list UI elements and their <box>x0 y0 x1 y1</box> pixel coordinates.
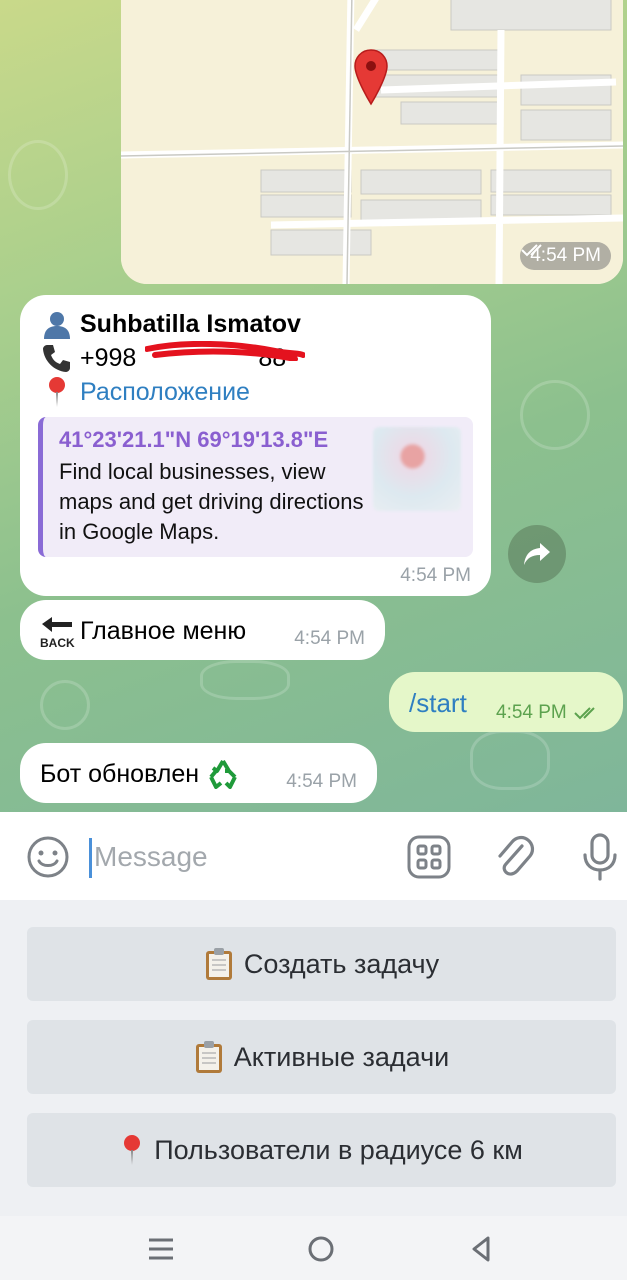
bot-reply-keyboard: Создать задачу Активные задачи Пользоват… <box>0 900 627 1216</box>
start-command-message[interactable]: /start 4:54 PM <box>389 672 623 732</box>
microphone-icon[interactable] <box>578 832 622 882</box>
bot-message-text: Бот обновлен <box>40 759 239 789</box>
clipboard-icon <box>205 948 232 980</box>
users-nearby-button[interactable]: Пользователи в радиусе 6 км <box>27 1113 616 1187</box>
create-task-label: Создать задачу <box>243 948 440 979</box>
users-nearby-label: Пользователи в радиусе 6 км <box>154 1134 523 1165</box>
system-navigation-bar <box>0 1216 627 1280</box>
person-icon <box>40 307 74 341</box>
message-input-bar <box>0 812 627 900</box>
map-pin-icon <box>354 49 388 106</box>
emoji-icon[interactable] <box>26 835 70 879</box>
map-location-message[interactable]: 4:54 PM <box>121 0 623 284</box>
start-command-text[interactable]: /start <box>409 688 467 719</box>
home-icon[interactable] <box>306 1234 336 1264</box>
bot-keyboard-icon[interactable] <box>406 834 452 880</box>
contact-name-row: Suhbatilla Ismatov <box>40 307 301 341</box>
message-time: 4:54 PM <box>496 702 601 724</box>
preview-thumbnail <box>373 427 461 511</box>
active-tasks-button[interactable]: Активные задачи <box>27 1020 616 1094</box>
message-time: 4:54 PM <box>294 628 365 649</box>
back-icon[interactable] <box>466 1234 496 1264</box>
double-check-icon <box>574 707 595 720</box>
map-message-time: 4:54 PM <box>520 242 611 270</box>
location-link[interactable]: Расположение <box>80 378 250 407</box>
svg-text:BACK: BACK <box>40 636 75 650</box>
bot-updated-message[interactable]: Бот обновлен 4:54 PM <box>20 743 377 803</box>
back-arrow-icon: BACK <box>40 617 75 650</box>
active-tasks-label: Активные задачи <box>233 1041 450 1072</box>
recent-apps-icon[interactable] <box>146 1234 176 1264</box>
contact-message[interactable]: Suhbatilla Ismatov +998 88 Расположение 4… <box>20 295 491 596</box>
chat-background: 4:54 PM Suhbatilla Ismatov +998 88 Распо… <box>0 0 627 812</box>
message-input[interactable] <box>94 832 384 882</box>
pin-icon <box>40 375 74 409</box>
recycle-icon <box>209 759 237 789</box>
clipboard-icon <box>195 1041 222 1073</box>
text-caret <box>89 838 92 878</box>
double-check-icon <box>521 244 542 257</box>
pin-icon <box>124 1135 141 1165</box>
main-menu-message[interactable]: BACK Главное меню 4:54 PM <box>20 600 385 660</box>
link-preview[interactable]: 41°23'21.1"N 69°19'13.8"E Find local bus… <box>38 417 473 557</box>
forward-button[interactable] <box>508 525 566 583</box>
phone-icon <box>40 341 74 375</box>
message-time: 4:54 PM <box>286 771 357 792</box>
preview-description: Find local businesses, view maps and get… <box>59 459 364 544</box>
create-task-button[interactable]: Создать задачу <box>27 927 616 1001</box>
location-row[interactable]: Расположение <box>40 375 250 409</box>
paperclip-icon[interactable] <box>492 832 536 880</box>
message-time: 4:54 PM <box>400 565 471 586</box>
contact-name: Suhbatilla Ismatov <box>80 309 301 338</box>
preview-title: 41°23'21.1"N 69°19'13.8"E <box>59 427 329 452</box>
share-arrow-icon <box>524 543 550 565</box>
redaction-scribble <box>145 341 305 361</box>
menu-message-text: Главное меню <box>80 617 247 645</box>
